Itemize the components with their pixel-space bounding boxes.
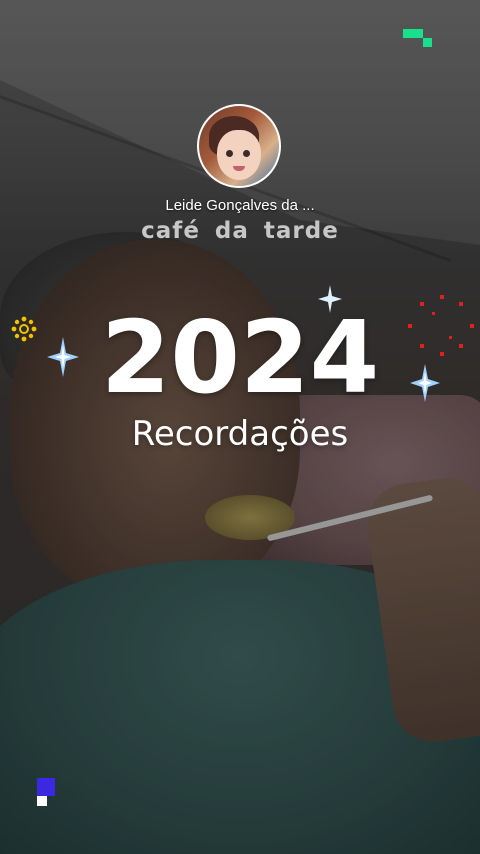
pixel-deco-bottom-left xyxy=(37,778,55,796)
pixel-deco-top-right xyxy=(403,29,423,38)
pixel-deco-top-right-2 xyxy=(423,38,432,47)
avatar-face xyxy=(217,130,261,180)
profile-avatar[interactable] xyxy=(197,104,281,188)
avatar-eye xyxy=(243,150,250,157)
post-caption: café da tarde xyxy=(141,218,339,244)
avatar-eye xyxy=(226,150,233,157)
profile-username[interactable]: Leide Gonçalves da ... xyxy=(0,197,480,214)
pixel-deco-bottom-left-2 xyxy=(37,796,47,806)
memories-subtitle: Recordações xyxy=(131,414,349,454)
year-title: 2024 xyxy=(100,299,380,416)
